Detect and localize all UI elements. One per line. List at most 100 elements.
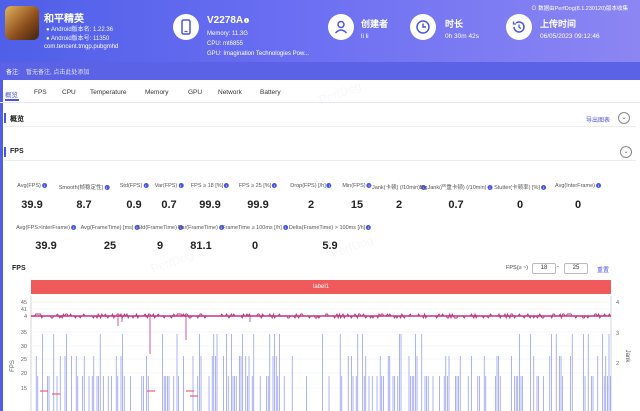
info-icon[interactable]: i — [326, 183, 332, 189]
metric-label: Stutter(卡顿率) [%] i — [494, 183, 546, 191]
metric-value: 99.9 — [247, 199, 269, 211]
y-right-tick-label: 2 — [616, 361, 619, 367]
info-icon[interactable]: i — [224, 183, 230, 189]
metric-value: 0.7 — [448, 199, 464, 211]
metric-value: 9 — [156, 240, 164, 252]
export-chart-link[interactable]: 导出图表 — [586, 115, 610, 124]
tab-fps[interactable]: FPS — [34, 89, 47, 96]
fps-range-min-input[interactable]: 18 — [532, 263, 556, 274]
info-icon[interactable]: i — [366, 183, 372, 189]
device-memory: Memory: 11.3G — [207, 31, 248, 37]
section-accent — [4, 147, 6, 157]
info-icon[interactable]: i — [487, 185, 493, 191]
label-bar[interactable]: label1 — [31, 280, 611, 294]
info-icon[interactable]: i — [41, 183, 47, 189]
metric-value: 0.9 — [126, 199, 142, 211]
metric-value: 2 — [395, 199, 403, 211]
info-icon[interactable]: i — [366, 225, 372, 231]
notes-placeholder[interactable]: 暂无备注, 点击此处添加 — [26, 67, 89, 76]
metric-label: Drop(FPS) [/h] i — [290, 183, 332, 189]
notes-label: 备注: — [6, 70, 20, 76]
tab-gpu[interactable]: GPU — [188, 89, 202, 96]
tab-memory[interactable]: Memory — [145, 89, 168, 96]
app-name: 和平精英 — [44, 14, 84, 25]
metric-label: Std(FrameTime) i — [137, 225, 183, 231]
upload-time-label: 上传时间 — [540, 19, 577, 29]
upload-time-value: 06/05/2023 09:12:46 — [540, 33, 600, 40]
metric-label: Var(FPS) i — [155, 183, 184, 189]
y-right-tick-label: 3 — [616, 331, 619, 337]
metric-value: 0.7 — [161, 199, 177, 211]
info-icon[interactable]: i — [178, 183, 184, 189]
tab-battery[interactable]: Battery — [260, 89, 281, 96]
fps-range-max-input[interactable]: 25 — [564, 263, 588, 274]
info-icon[interactable]: i — [244, 17, 250, 23]
info-icon[interactable]: i — [70, 225, 76, 231]
info-icon[interactable]: i — [540, 185, 546, 191]
user-icon — [328, 14, 354, 40]
metric-label: Avg(FPS) i — [17, 183, 47, 189]
metric-value: 81.1 — [190, 240, 212, 252]
y-tick-label: 35 — [21, 330, 27, 336]
overview-title: 概览 — [10, 116, 24, 123]
android-version: ● Android版本名: 1.22.36 — [46, 27, 114, 33]
y-tick-label: 4 — [24, 314, 27, 320]
metric-value: 25 — [103, 240, 117, 252]
info-icon[interactable]: i — [595, 183, 601, 189]
metric-label: FrameTime ≥ 100ms [/h] i — [222, 225, 288, 231]
clock-icon — [410, 14, 436, 40]
summary-header: 和平精英 ● Android版本名: 1.22.36 ● Android版本号:… — [0, 0, 640, 62]
reset-link[interactable]: 重置 — [597, 265, 609, 274]
tab-cpu[interactable]: CPU — [62, 89, 76, 96]
android-version-code: ● Android版本号: 11350 — [46, 36, 110, 42]
overview-section-header: 概览 导出图表 ⌄ — [4, 110, 636, 127]
upload-info: ⊙ 数据由PerfDog(8.1.230120)版本收集 — [531, 6, 628, 12]
fps-chart[interactable]: 454143530252015432FPSJank — [0, 296, 640, 411]
duration-label: 时长 — [445, 19, 464, 29]
metric-label: Min(FPS) i — [342, 183, 372, 189]
metric-label: Avg(InterFrame) i — [555, 183, 601, 189]
metric-label: Std(FPS) i — [120, 183, 149, 189]
y-axis-label: FPS — [10, 360, 16, 372]
collapse-icon[interactable]: ⌄ — [618, 112, 630, 124]
metric-value: 15 — [350, 199, 364, 211]
info-icon[interactable]: i — [282, 225, 288, 231]
watermark: PerfDog — [328, 232, 376, 262]
info-icon[interactable]: i — [272, 183, 278, 189]
metric-value: 99.9 — [199, 199, 221, 211]
app-icon — [5, 6, 39, 40]
y-right-tick-label: 4 — [616, 300, 619, 306]
app-package: com.tencent.tmgp.pubgmhd — [44, 44, 119, 50]
info-icon[interactable]: i — [104, 185, 110, 191]
tab-overview[interactable]: 概览 — [5, 89, 18, 99]
section-accent — [4, 113, 6, 123]
tab-temperature[interactable]: Temperature — [90, 89, 127, 96]
history-icon — [506, 14, 532, 40]
metric-label: Var(FrameTime) i — [178, 225, 224, 231]
tab-network[interactable]: Network — [218, 89, 242, 96]
info-icon[interactable]: i — [143, 183, 149, 189]
metric-value: 0 — [574, 199, 582, 211]
fps-chart-title: FPS — [12, 265, 26, 272]
duration-value: 0h 30m 42s — [445, 33, 479, 40]
metric-label: Delta(FrameTime) > 100ms [/h] i — [289, 225, 372, 231]
y-tick-label: 45 — [21, 300, 27, 306]
y-tick-label: 15 — [21, 386, 27, 392]
chevron-down-icon[interactable]: ⌄ — [620, 146, 632, 158]
creator-value: li li — [361, 33, 369, 40]
y-tick-label: 25 — [21, 357, 27, 363]
watermark: PerfDog — [148, 247, 196, 277]
device-gpu: GPU: Imagination Technologies Pow... — [207, 51, 309, 57]
metric-label: Avg(FPS>InterFrame) i — [16, 225, 76, 231]
notes-bar[interactable]: 备注: 暂无备注, 点击此处添加 — [0, 62, 640, 80]
fps-section-title: FPS — [10, 148, 24, 155]
fps-range-dash: - — [557, 264, 559, 270]
metric-label: Jank(卡顿) (/10min) i — [372, 183, 426, 191]
metric-value: 2 — [307, 199, 315, 211]
y-tick-label: 41 — [21, 307, 27, 313]
metric-label: BigJank(严重卡顿) (/10min) i — [420, 183, 493, 191]
phone-icon — [173, 14, 199, 40]
device-cpu: CPU: mt6855 — [207, 41, 244, 47]
metric-value: 8.7 — [76, 199, 92, 211]
metric-value: 39.9 — [35, 240, 57, 252]
